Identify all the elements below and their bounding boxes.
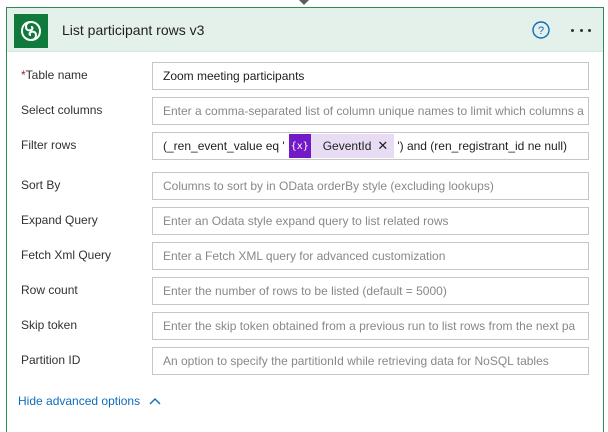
field-label: *Table name xyxy=(21,68,88,82)
variable-icon: {x} xyxy=(288,134,311,158)
connector-arrow-icon xyxy=(299,0,309,5)
dataverse-logo-icon xyxy=(14,14,48,48)
field-row-expand-query: Expand Query Enter an Odata style expand… xyxy=(7,207,603,235)
field-row-partition-id: Partition ID An option to specify the pa… xyxy=(7,347,603,375)
expand-query-input[interactable]: Enter an Odata style expand query to lis… xyxy=(152,207,589,235)
sort-by-input[interactable]: Columns to sort by in OData orderBy styl… xyxy=(152,172,589,200)
field-row-fetch-xml-query: Fetch Xml Query Enter a Fetch XML query … xyxy=(7,242,603,270)
more-options-icon[interactable] xyxy=(567,20,595,40)
help-circle-icon[interactable]: ? xyxy=(531,20,551,40)
advanced-toggle-label: Hide advanced options xyxy=(18,394,141,408)
partition-id-input[interactable]: An option to specify the partitionId whi… xyxy=(152,347,589,375)
row-count-input[interactable]: Enter the number of rows to be listed (d… xyxy=(152,277,589,305)
field-label: Expand Query xyxy=(21,213,98,227)
action-header[interactable]: List participant rows v3 ? xyxy=(7,8,603,52)
action-title: List participant rows v3 xyxy=(62,22,205,38)
field-label: Select columns xyxy=(21,103,103,117)
filter-rows-input[interactable]: (_ren_event_value eq ' {x} GeventId ✕ ')… xyxy=(152,132,589,160)
chevron-up-icon xyxy=(149,398,161,405)
field-row-filter-rows: Filter rows (_ren_event_value eq ' {x} G… xyxy=(7,132,603,160)
dropdown-value: Zoom meeting participants xyxy=(163,69,305,83)
filter-text-before: (_ren_event_value eq ' xyxy=(163,139,285,153)
filter-text-after: ') and (ren_registrant_id ne null) xyxy=(397,139,568,153)
field-label: Partition ID xyxy=(21,353,81,367)
select-columns-input[interactable]: Enter a comma-separated list of column u… xyxy=(152,97,589,125)
field-label: Sort By xyxy=(21,178,61,192)
field-row-table-name: *Table name Zoom meeting participants xyxy=(7,62,603,90)
dynamic-content-token[interactable]: {x} GeventId ✕ xyxy=(288,134,395,158)
field-row-sort-by: Sort By Columns to sort by in OData orde… xyxy=(7,172,603,200)
field-label: Fetch Xml Query xyxy=(21,248,112,262)
action-card: List participant rows v3 ? *Table name Z… xyxy=(6,7,604,432)
svg-text:?: ? xyxy=(538,25,544,37)
field-label: Row count xyxy=(21,283,78,297)
field-row-row-count: Row count Enter the number of rows to be… xyxy=(7,277,603,305)
fetch-xml-query-input[interactable]: Enter a Fetch XML query for advanced cus… xyxy=(152,242,589,270)
token-label: GeventId xyxy=(322,139,372,153)
table-name-dropdown[interactable]: Zoom meeting participants xyxy=(152,62,589,90)
field-label: Skip token xyxy=(21,318,78,332)
field-row-select-columns: Select columns Enter a comma-separated l… xyxy=(7,97,603,125)
close-icon[interactable]: ✕ xyxy=(377,138,394,154)
hide-advanced-options-link[interactable]: Hide advanced options xyxy=(18,394,162,408)
field-label: Filter rows xyxy=(21,138,77,152)
skip-token-input[interactable]: Enter the skip token obtained from a pre… xyxy=(152,312,589,340)
field-row-skip-token: Skip token Enter the skip token obtained… xyxy=(7,312,603,340)
